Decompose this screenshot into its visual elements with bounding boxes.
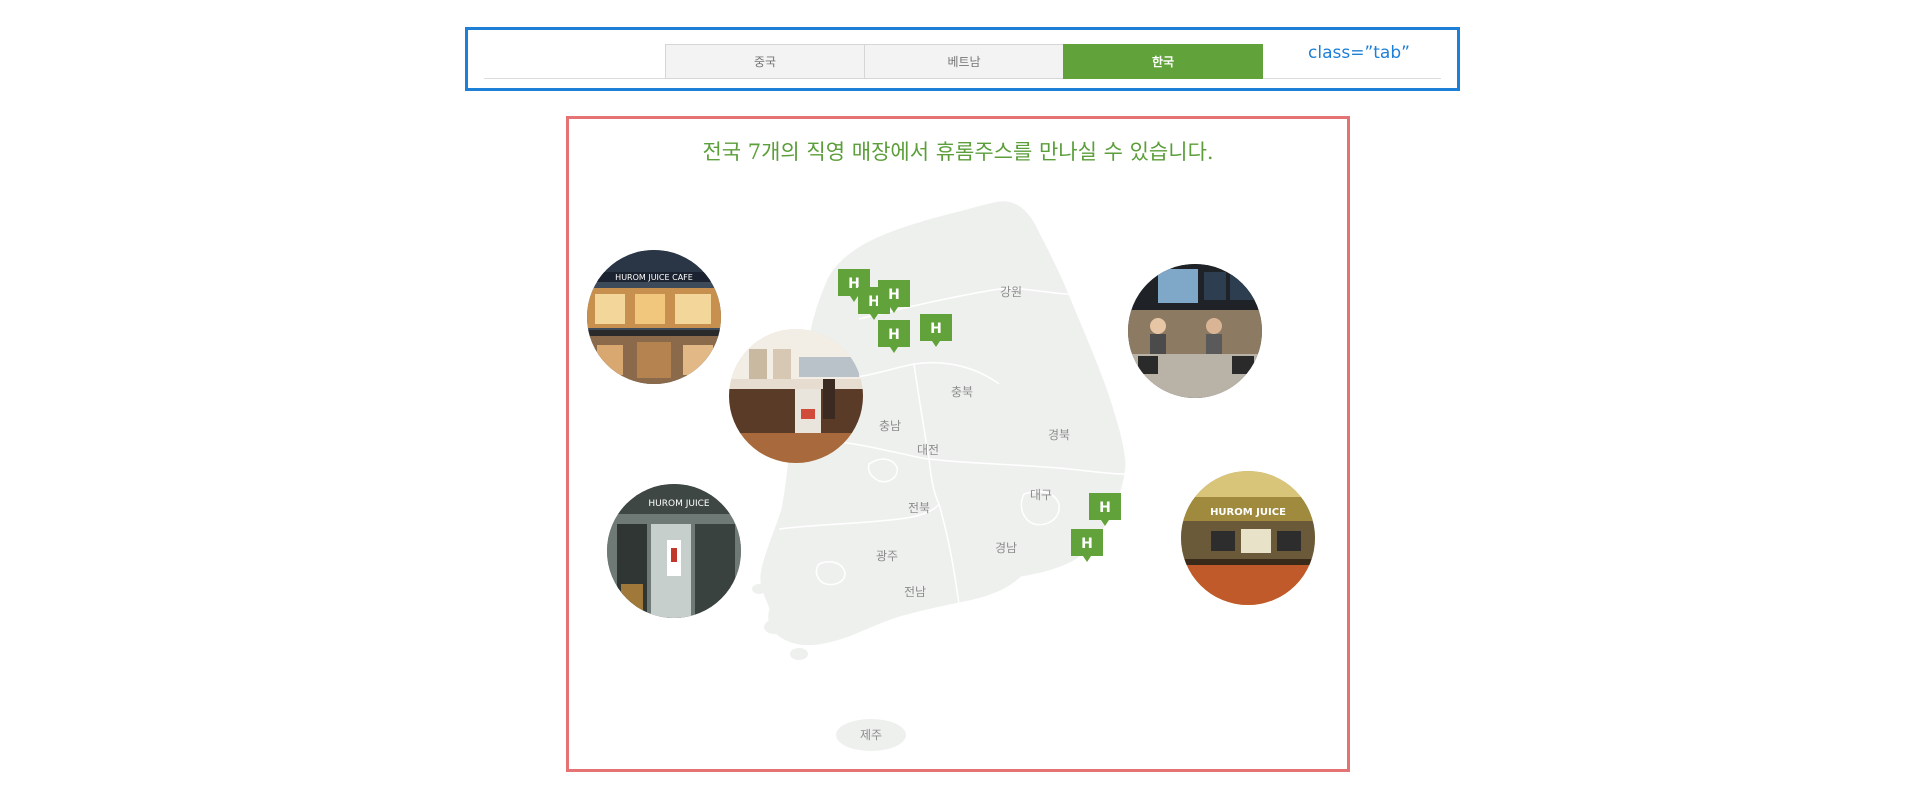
tab-container: 중국 베트남 한국 class=”tab”	[465, 27, 1460, 91]
marker-label: H	[888, 287, 900, 303]
marker-label: H	[930, 321, 942, 337]
region-label-gyeongnam: 경남	[995, 541, 1017, 555]
store-marker[interactable]: H	[878, 280, 910, 316]
marker-label: H	[1081, 536, 1093, 552]
store-sign-text: HUROM JUICE CAFE	[615, 273, 693, 282]
store-marker[interactable]: H	[878, 320, 910, 356]
marker-label: H	[1099, 500, 1111, 516]
store-photo-5[interactable]: HUROM JUICE	[1181, 471, 1315, 605]
island-shape	[752, 584, 766, 594]
store-photo-2[interactable]	[729, 329, 863, 463]
marker-label: H	[888, 327, 900, 343]
region-label-gangwon: 강원	[1000, 285, 1022, 299]
region-label-chungnam: 충남	[879, 419, 901, 433]
region-label-jeonbuk: 전북	[908, 501, 930, 515]
tab-korea[interactable]: 한국	[1063, 44, 1263, 79]
region-label-gwangju: 광주	[876, 549, 898, 563]
region-label-daejeon: 대전	[917, 443, 939, 457]
store-marker[interactable]: H	[1089, 493, 1121, 529]
store-sign-text: HUROM JUICE	[648, 499, 709, 509]
tab-china[interactable]: 중국	[665, 44, 865, 79]
tab-class-annotation: class=”tab”	[1308, 43, 1410, 63]
store-map-panel: 전국 7개의 직영 매장에서 휴롬주스를 만나실 수 있습니다. 강원 충북 충…	[566, 116, 1350, 772]
tab-vietnam[interactable]: 베트남	[864, 44, 1064, 79]
region-label-jeju: 제주	[860, 728, 882, 742]
region-label-daegu: 대구	[1030, 488, 1052, 502]
island-shape	[764, 620, 784, 634]
store-photo-1[interactable]: HUROM JUICE CAFE	[587, 250, 721, 384]
store-photo-3[interactable]: HUROM JUICE	[607, 484, 741, 618]
store-photo-4[interactable]	[1128, 264, 1262, 398]
region-label-chungbuk: 충북	[951, 385, 973, 399]
island-shape	[790, 648, 808, 660]
store-marker[interactable]: H	[1071, 529, 1103, 565]
store-sign-text: HUROM JUICE	[1210, 507, 1286, 518]
region-label-gyeongbuk: 경북	[1048, 428, 1070, 442]
korea-map: 강원 충북 충남 대전 경북 대구 전북 경남 광주 전남 제주	[752, 200, 1127, 751]
store-marker[interactable]: H	[920, 314, 952, 350]
country-tabs: 중국 베트남 한국	[665, 44, 1263, 79]
region-label-jeonnam: 전남	[904, 585, 926, 599]
